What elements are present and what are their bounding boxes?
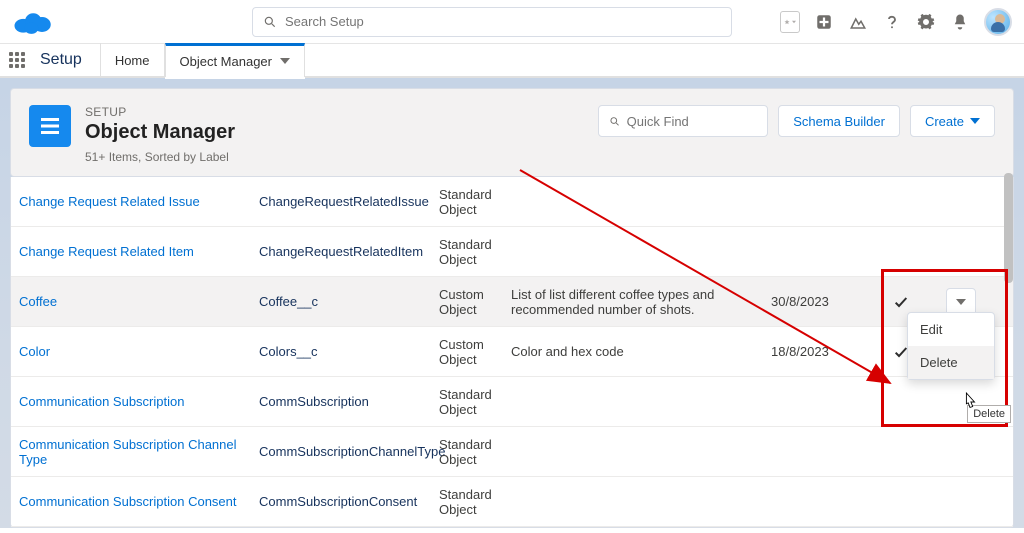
add-button[interactable]	[814, 12, 834, 32]
scrollbar-handle[interactable]	[1004, 173, 1013, 283]
page-actions: Schema Builder Create	[598, 105, 995, 137]
object-type: Custom Object	[439, 287, 511, 317]
cursor-pointer-icon	[961, 391, 979, 413]
object-label-link[interactable]: Change Request Related Issue	[19, 194, 259, 209]
salesforce-cloud-icon	[12, 8, 52, 36]
chevron-down-icon	[280, 56, 290, 66]
help-icon[interactable]	[882, 12, 902, 32]
object-type: Standard Object	[439, 237, 511, 267]
object-label-link[interactable]: Change Request Related Item	[19, 244, 259, 259]
object-api-name: ChangeRequestRelatedItem	[259, 244, 439, 259]
object-deployed	[871, 294, 931, 310]
object-description: List of list different coffee types and …	[511, 287, 771, 317]
schema-builder-button[interactable]: Schema Builder	[778, 105, 900, 137]
tab-label: Home	[115, 53, 150, 68]
row-action-menu: Edit Delete	[907, 312, 995, 380]
object-label-link[interactable]: Communication Subscription Consent	[19, 494, 259, 509]
object-last-modified: 30/8/2023	[771, 294, 871, 309]
search-icon	[263, 15, 277, 29]
quick-find-input[interactable]	[627, 114, 758, 129]
object-table: Change Request Related IssueChangeReques…	[10, 177, 1014, 528]
chevron-down-icon	[956, 297, 966, 307]
table-row: Communication Subscription ConsentCommSu…	[11, 477, 1013, 527]
global-header	[0, 0, 1024, 44]
check-icon	[893, 294, 909, 310]
object-label-link[interactable]: Communication Subscription	[19, 394, 259, 409]
tab-label: Object Manager	[180, 54, 273, 69]
object-api-name: Coffee__c	[259, 294, 439, 309]
object-type: Standard Object	[439, 387, 511, 417]
object-api-name: CommSubscriptionConsent	[259, 494, 439, 509]
menu-edit[interactable]: Edit	[908, 313, 994, 346]
trailhead-icon[interactable]	[848, 12, 868, 32]
tab-object-manager[interactable]: Object Manager	[165, 43, 306, 77]
table-row: ColorColors__cCustom ObjectColor and hex…	[11, 327, 1013, 377]
table-row: Change Request Related ItemChangeRequest…	[11, 227, 1013, 277]
table-row: CoffeeCoffee__cCustom ObjectList of list…	[11, 277, 1013, 327]
table-row: Change Request Related IssueChangeReques…	[11, 177, 1013, 227]
object-type: Standard Object	[439, 487, 511, 517]
object-label-link[interactable]: Communication Subscription Channel Type	[19, 437, 259, 467]
object-api-name: ChangeRequestRelatedIssue	[259, 194, 439, 209]
app-name: Setup	[40, 51, 82, 69]
page-wrapper: SETUP Object Manager 51+ Items, Sorted b…	[0, 78, 1024, 528]
object-api-name: CommSubscriptionChannelType	[259, 444, 439, 459]
object-label-link[interactable]: Color	[19, 344, 259, 359]
page-meta: 51+ Items, Sorted by Label	[85, 150, 235, 164]
global-actions	[780, 8, 1012, 36]
navbar: Setup Home Object Manager	[0, 44, 1024, 78]
quick-find[interactable]	[598, 105, 768, 137]
chevron-down-icon	[970, 116, 980, 126]
create-label: Create	[925, 114, 964, 129]
app-launcher-icon[interactable]	[0, 52, 34, 68]
object-type: Standard Object	[439, 437, 511, 467]
table-row: Communication SubscriptionCommSubscripti…	[11, 377, 1013, 427]
object-last-modified: 18/8/2023	[771, 344, 871, 359]
favorites-button[interactable]	[780, 11, 800, 33]
object-type: Standard Object	[439, 187, 511, 217]
search-icon	[609, 115, 620, 128]
page-eyebrow: SETUP	[85, 105, 235, 119]
menu-delete[interactable]: Delete	[908, 346, 994, 379]
table-row: Communication Subscription Channel TypeC…	[11, 427, 1013, 477]
object-description: Color and hex code	[511, 344, 771, 359]
global-search[interactable]	[252, 7, 732, 37]
object-api-name: Colors__c	[259, 344, 439, 359]
global-search-input[interactable]	[285, 14, 721, 29]
object-manager-icon	[29, 105, 71, 147]
user-avatar[interactable]	[984, 8, 1012, 36]
page-header-text: SETUP Object Manager 51+ Items, Sorted b…	[85, 105, 235, 164]
object-api-name: CommSubscription	[259, 394, 439, 409]
object-label-link[interactable]: Coffee	[19, 294, 259, 309]
page-header: SETUP Object Manager 51+ Items, Sorted b…	[10, 88, 1014, 177]
setup-gear-icon[interactable]	[916, 12, 936, 32]
object-type: Custom Object	[439, 337, 511, 367]
tab-home[interactable]: Home	[100, 43, 165, 77]
create-button[interactable]: Create	[910, 105, 995, 137]
notifications-icon[interactable]	[950, 12, 970, 32]
page-title: Object Manager	[85, 121, 235, 144]
